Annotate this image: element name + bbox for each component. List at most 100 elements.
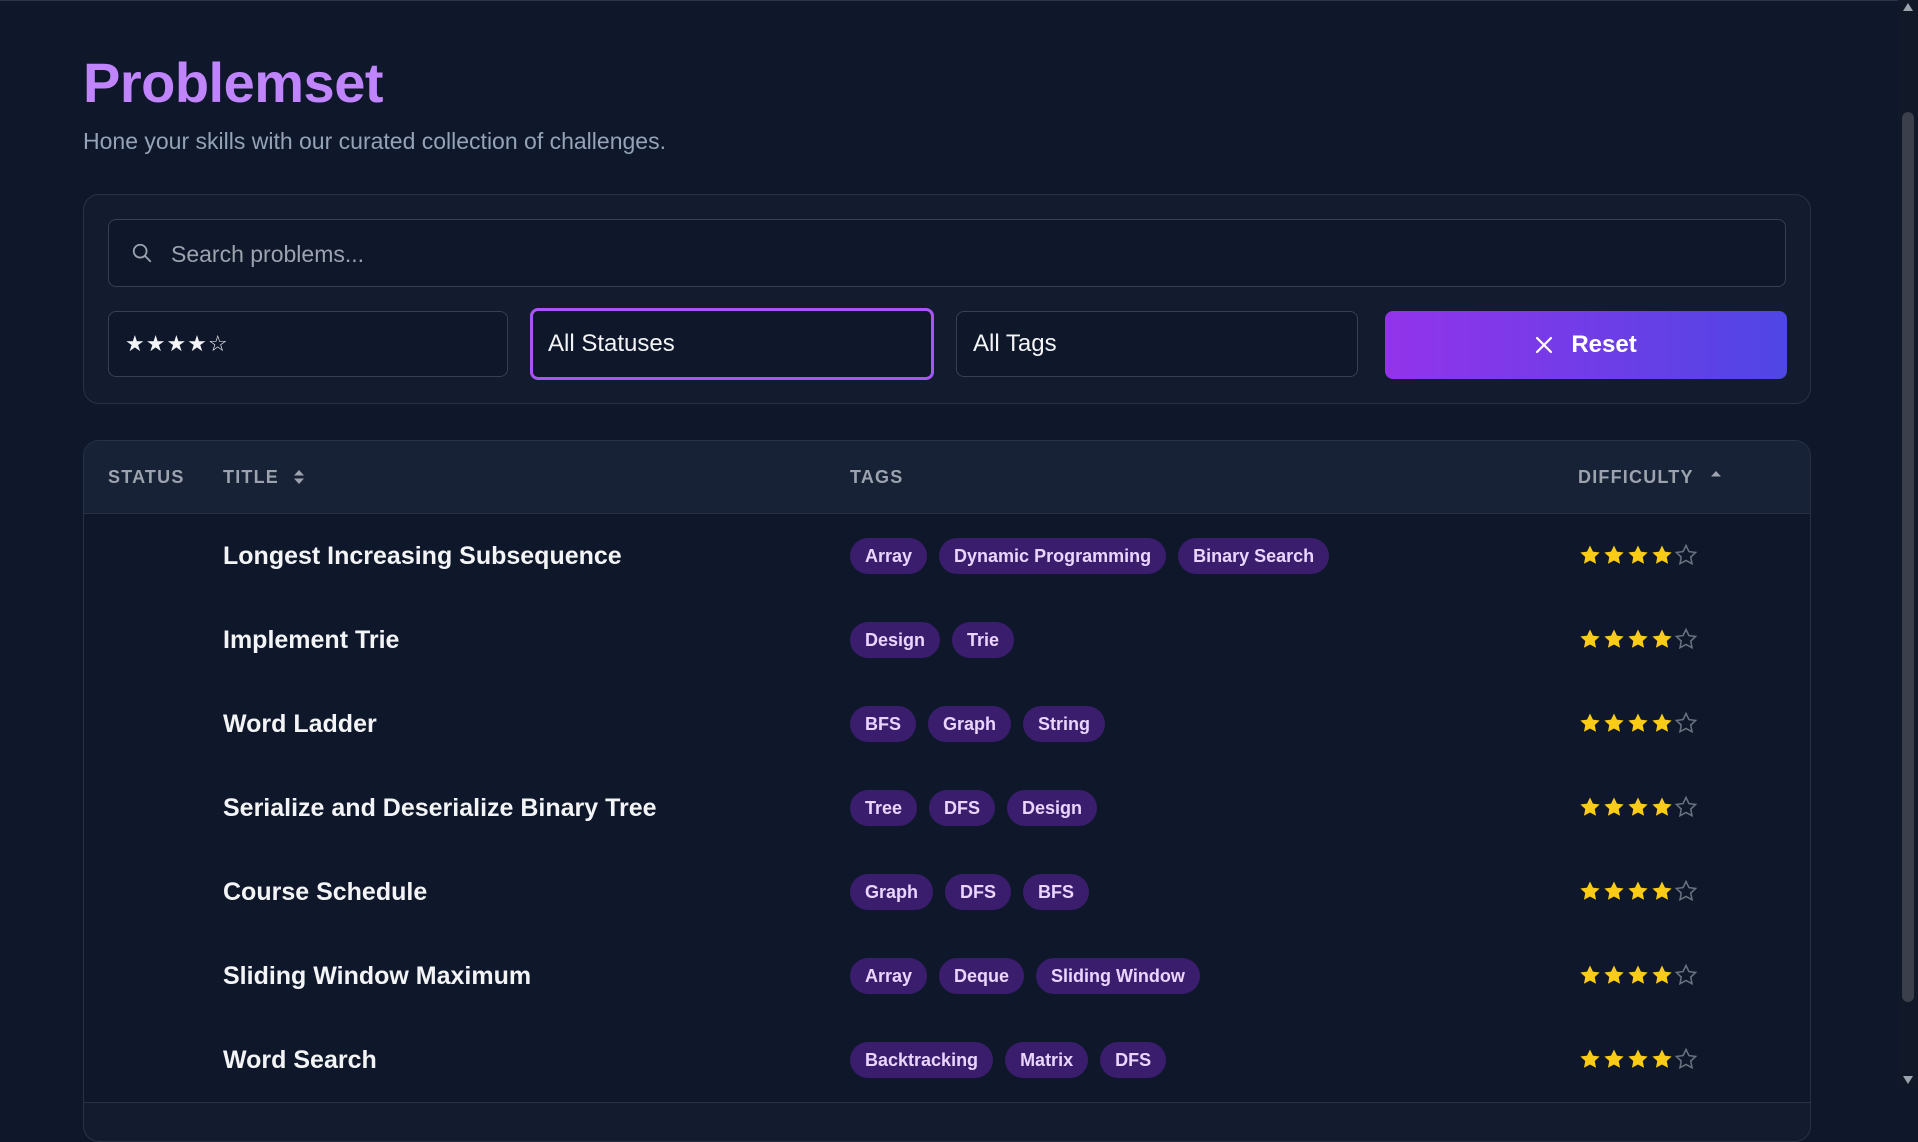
close-icon (1536, 336, 1553, 354)
table-row[interactable]: Course Schedule Graph DFS BFS (84, 850, 1810, 935)
status-select[interactable]: All Statuses (530, 308, 934, 380)
tag-badge: Array (850, 538, 928, 574)
tag-badge: Design (850, 622, 941, 658)
problem-title-link[interactable]: Longest Increasing Subsequence (223, 514, 622, 598)
problem-title-link[interactable]: Word Ladder (223, 682, 377, 766)
tag-list: Tree DFS Design (850, 790, 1109, 826)
star-filled-icon (1652, 1049, 1672, 1068)
difficulty-rating (1578, 963, 1698, 987)
problem-title-link[interactable]: Word Search (223, 1018, 377, 1102)
tag-badge: Deque (939, 958, 1025, 994)
tag-badge: Dynamic Programming (939, 538, 1167, 574)
difficulty-rating (1578, 795, 1698, 819)
star-empty-icon (1674, 711, 1698, 734)
reset-button[interactable]: Reset (1385, 311, 1787, 379)
star-filled-icon (1604, 1049, 1624, 1068)
problems-table: STATUS TITLE TAGS DIFFICULTY Longest Inc… (83, 440, 1811, 1142)
difficulty-rating (1578, 1047, 1698, 1071)
problem-title-link[interactable]: Course Schedule (223, 850, 427, 934)
star-empty-icon (1674, 879, 1698, 902)
column-status-label: STATUS (108, 466, 185, 487)
tag-badge: Matrix (1005, 1042, 1089, 1078)
star-empty-icon (1674, 627, 1698, 650)
tag-list: Array Deque Sliding Window (850, 958, 1212, 994)
page-subtitle: Hone your skills with our curated collec… (83, 128, 666, 154)
search-box[interactable] (108, 219, 1786, 288)
star-filled-icon (1628, 713, 1648, 732)
star-filled-icon (1580, 881, 1600, 900)
column-header-title[interactable]: TITLE (223, 441, 305, 513)
column-header-tags: TAGS (850, 441, 903, 513)
star-filled-icon (1580, 713, 1600, 732)
search-input[interactable] (169, 220, 1773, 288)
star-filled-icon (1628, 1049, 1648, 1068)
sort-ascending-icon (1710, 471, 1721, 477)
tag-badge: Sliding Window (1036, 958, 1200, 994)
tag-list: Backtracking Matrix DFS (850, 1042, 1178, 1078)
problem-title-link[interactable]: Sliding Window Maximum (223, 934, 531, 1018)
tag-badge: DFS (929, 790, 996, 826)
tag-badge: Binary Search (1178, 538, 1330, 574)
tags-select[interactable]: All Tags (956, 311, 1358, 377)
star-filled-icon (1628, 797, 1648, 816)
star-filled-icon (1580, 797, 1600, 816)
star-filled-icon (1652, 797, 1672, 816)
star-filled-icon (1604, 881, 1624, 900)
filter-panel: ★★★★☆ All Statuses All Tags Reset (83, 194, 1811, 404)
star-filled-icon (1580, 965, 1600, 984)
star-empty-icon (1674, 543, 1698, 566)
tag-badge: Array (850, 958, 928, 994)
tag-list: Graph DFS BFS (850, 874, 1101, 910)
star-filled-icon (1652, 881, 1672, 900)
column-title-label: TITLE (223, 466, 279, 487)
star-filled-icon (1652, 713, 1672, 732)
column-header-difficulty[interactable]: DIFFICULTY (1578, 441, 1722, 513)
problem-title-link[interactable]: Serialize and Deserialize Binary Tree (223, 766, 657, 850)
tag-list: Array Dynamic Programming Binary Search (850, 538, 1341, 574)
tag-badge: Trie (952, 622, 1015, 658)
star-empty-icon (1674, 1047, 1698, 1070)
difficulty-rating (1578, 711, 1698, 735)
table-row[interactable]: Word Search Backtracking Matrix DFS (84, 1018, 1810, 1103)
scrollbar[interactable] (1898, 0, 1918, 1087)
star-filled-icon (1604, 545, 1624, 564)
tag-badge: Graph (850, 874, 934, 910)
star-empty-icon (1674, 963, 1698, 986)
star-filled-icon (1604, 965, 1624, 984)
tag-badge: BFS (1023, 874, 1090, 910)
star-filled-icon (1652, 545, 1672, 564)
column-difficulty-label: DIFFICULTY (1578, 466, 1694, 487)
star-filled-icon (1628, 545, 1648, 564)
table-row[interactable]: Longest Increasing Subsequence Array Dynam… (84, 514, 1810, 599)
tag-badge: String (1023, 706, 1106, 742)
tag-badge: BFS (850, 706, 916, 742)
star-filled-icon (1652, 629, 1672, 648)
star-filled-icon (1580, 629, 1600, 648)
tag-badge: Design (1007, 790, 1098, 826)
table-row[interactable]: Implement Trie Design Trie (84, 598, 1810, 683)
star-filled-icon (1604, 797, 1624, 816)
difficulty-select[interactable]: ★★★★☆ (108, 311, 508, 377)
star-filled-icon (1604, 713, 1624, 732)
table-row[interactable]: Sliding Window Maximum Array Deque Sliding … (84, 934, 1810, 1019)
table-row[interactable]: Serialize and Deserialize Binary Tree Tre… (84, 766, 1810, 851)
tag-badge: Tree (850, 790, 918, 826)
tag-list: BFS Graph String (850, 706, 1117, 742)
star-filled-icon (1580, 545, 1600, 564)
star-filled-icon (1604, 629, 1624, 648)
star-filled-icon (1652, 965, 1672, 984)
scroll-down-arrow-icon[interactable] (1902, 1075, 1914, 1085)
scroll-up-arrow-icon[interactable] (1902, 2, 1914, 12)
problem-title-link[interactable]: Implement Trie (223, 598, 399, 682)
scroll-thumb[interactable] (1902, 112, 1914, 1002)
star-empty-icon (1674, 795, 1698, 818)
column-header-status: STATUS (108, 441, 185, 513)
page-title: Problemset (83, 51, 384, 114)
tag-badge: Graph (928, 706, 1012, 742)
sort-icon (294, 470, 304, 484)
difficulty-rating (1578, 543, 1698, 567)
difficulty-rating (1578, 879, 1698, 903)
table-header: STATUS TITLE TAGS DIFFICULTY (84, 441, 1810, 514)
star-filled-icon (1580, 1049, 1600, 1068)
table-row[interactable]: Word Ladder BFS Graph String (84, 682, 1810, 767)
